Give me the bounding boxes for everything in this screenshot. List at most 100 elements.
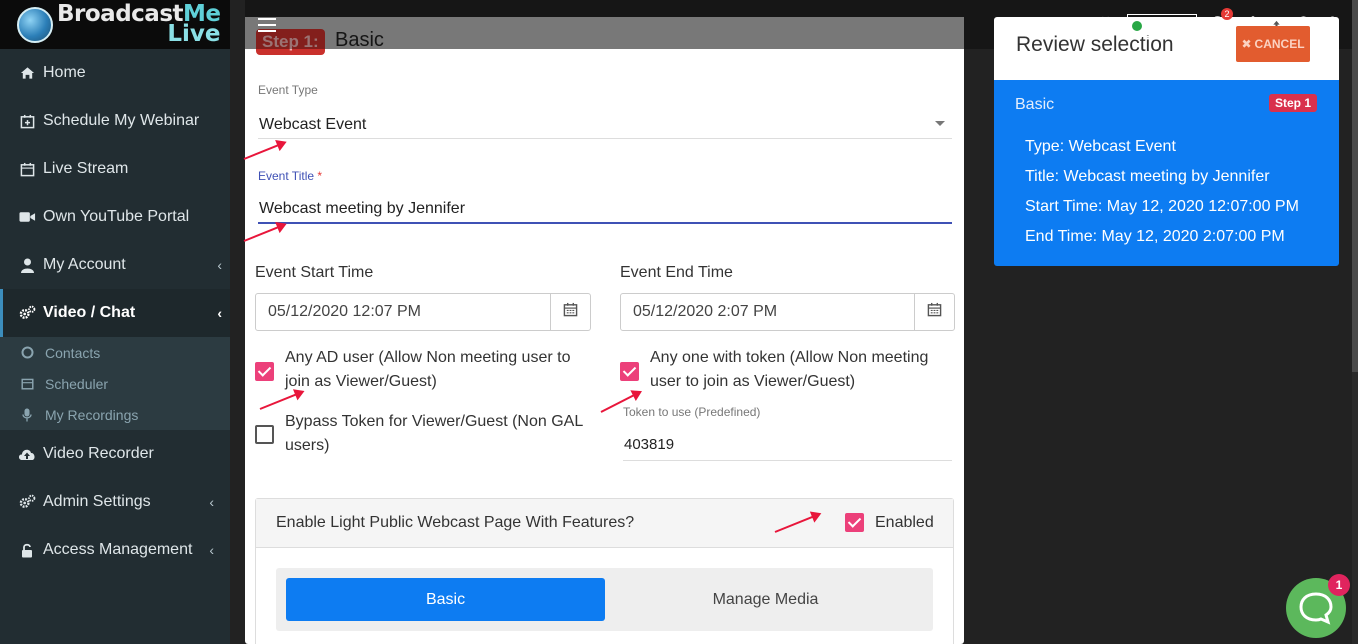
home-icon	[18, 65, 36, 81]
sidebar-subitem-label: My Recordings	[45, 406, 139, 423]
event-title-underline	[258, 222, 952, 224]
sidebar-item-access-management[interactable]: Access Management ‹	[0, 526, 230, 574]
chevron-down-icon: ‹	[217, 305, 222, 321]
tab-manage-media[interactable]: Manage Media	[606, 578, 925, 621]
calendar-icon	[563, 302, 578, 322]
bypass-token-label: Bypass Token for Viewer/Guest (Non GAL u…	[285, 410, 595, 458]
review-end-time: End Time: May 12, 2020 2:07:00 PM	[1025, 228, 1285, 245]
event-end-picker[interactable]: 05/12/2020 2:07 PM	[620, 293, 955, 331]
event-title-value: Webcast meeting by Jennifer	[259, 200, 466, 217]
token-underline	[623, 460, 952, 461]
brand-name-part1: Broadcast	[57, 1, 184, 27]
cancel-label: CANCEL	[1254, 37, 1305, 51]
sidebar-item-label: Schedule My Webinar	[43, 112, 200, 129]
any-ad-user-label-line1: Any AD user (Allow Non meeting user to	[285, 349, 571, 366]
sidebar-item-youtube-portal[interactable]: Own YouTube Portal	[0, 193, 230, 241]
token-value: 403819	[624, 436, 675, 453]
event-type-value: Webcast Event	[259, 116, 367, 133]
calendar-icon[interactable]	[1098, 16, 1114, 32]
sidebar-item-label: Home	[43, 64, 86, 81]
enabled-checkbox[interactable]	[845, 513, 864, 532]
enabled-label: Enabled	[875, 514, 934, 531]
token-label: Token to use (Predefined)	[623, 405, 761, 419]
tab-basic[interactable]: Basic	[286, 578, 605, 621]
unlock-icon	[18, 542, 36, 558]
event-type-underline	[258, 138, 952, 139]
sidebar-item-live-stream[interactable]: Live Stream	[0, 145, 230, 193]
review-start-time: Start Time: May 12, 2020 12:07:00 PM	[1025, 198, 1299, 215]
any-one-token-label-line1: Any one with token (Allow Non meeting	[650, 349, 929, 366]
calendar-icon	[20, 377, 34, 391]
user-icon[interactable]	[1326, 16, 1342, 32]
event-end-value: 05/12/2020 2:07 PM	[633, 303, 778, 320]
any-one-token-label: Any one with token (Allow Non meeting us…	[650, 346, 950, 394]
any-ad-user-checkbox[interactable]	[255, 362, 274, 381]
sidebar: BroadcastMe Live Home Schedule My Webina…	[0, 0, 230, 644]
sidebar-item-admin-settings[interactable]: Admin Settings ‹	[0, 478, 230, 526]
sidebar-item-label: Own YouTube Portal	[43, 208, 190, 225]
sidebar-subitem-label: Contacts	[45, 344, 101, 361]
light-webcast-panel: Enable Light Public Webcast Page With Fe…	[255, 498, 954, 644]
sidebar-item-scheduler[interactable]: Scheduler	[0, 368, 230, 399]
review-step-badge: Step 1	[1268, 94, 1317, 112]
video-camera-icon	[18, 209, 36, 225]
event-title-label-text: Event Title	[258, 169, 315, 183]
sidebar-item-video-recorder[interactable]: Video Recorder	[0, 430, 230, 478]
event-end-label: Event End Time	[620, 264, 733, 281]
caret-down-icon	[935, 121, 945, 126]
chevron-left-icon: ‹	[209, 542, 214, 558]
live-status-dot	[1131, 20, 1142, 31]
light-webcast-label: Enable Light Public Webcast Page With Fe…	[276, 514, 635, 531]
page-scrollbar[interactable]	[1352, 0, 1358, 644]
event-type-select[interactable]: Webcast Event	[258, 113, 952, 139]
calendar-icon	[927, 302, 942, 322]
user-icon	[18, 257, 36, 273]
scrollbar-thumb[interactable]	[1352, 0, 1358, 372]
chat-unread-badge: 1	[1328, 574, 1350, 596]
sidebar-item-label: My Account	[43, 256, 126, 273]
bypass-token-label-line1: Bypass Token for Viewer/Guest (Non GAL	[285, 413, 584, 430]
video-chat-submenu: Contacts Scheduler My Recordings	[0, 337, 230, 430]
end-calendar-button[interactable]	[914, 294, 954, 330]
token-input[interactable]: 403819	[623, 431, 952, 459]
calendar-plus-icon	[18, 113, 36, 129]
hamburger-menu-icon[interactable]	[258, 18, 276, 32]
feature-tabs: Basic Manage Media	[276, 568, 933, 631]
any-one-token-label-line2: user to join as Viewer/Guest)	[650, 373, 856, 390]
go-live-label: Go Live	[1147, 18, 1192, 33]
go-live-button[interactable]: Go Live	[1127, 14, 1197, 37]
event-title-input[interactable]: Webcast meeting by Jennifer	[258, 197, 952, 223]
calendar-icon	[18, 161, 36, 177]
chevron-left-icon: ‹	[209, 494, 214, 510]
bypass-token-checkbox[interactable]	[255, 425, 274, 444]
any-one-token-checkbox[interactable]	[620, 362, 639, 381]
cancel-button[interactable]: ✖ CANCEL	[1236, 26, 1310, 62]
sidebar-subitem-label: Scheduler	[45, 375, 109, 392]
notification-count-badge: 2	[1221, 8, 1233, 20]
gears-icon	[18, 494, 36, 510]
event-form-card: Step 1: Basic Event Type Webcast Event E…	[245, 17, 964, 644]
event-start-picker[interactable]: 05/12/2020 12:07 PM	[255, 293, 591, 331]
sidebar-item-my-account[interactable]: My Account ‹	[0, 241, 230, 289]
circle-icon	[20, 346, 34, 360]
any-ad-user-label: Any AD user (Allow Non meeting user to j…	[285, 346, 595, 394]
close-icon: ✖	[1241, 37, 1252, 51]
sidebar-item-contacts[interactable]: Contacts	[0, 337, 230, 368]
sidebar-item-home[interactable]: Home	[0, 49, 230, 97]
cloud-upload-icon	[18, 446, 36, 462]
sidebar-item-label: Video Recorder	[43, 445, 154, 462]
event-type-label: Event Type	[258, 83, 318, 97]
sidebar-item-label: Admin Settings	[43, 493, 151, 510]
sidebar-item-label: Video / Chat	[43, 304, 136, 321]
start-calendar-button[interactable]	[550, 294, 590, 330]
sidebar-item-schedule-webinar[interactable]: Schedule My Webinar	[0, 97, 230, 145]
any-ad-user-label-line2: join as Viewer/Guest)	[285, 373, 437, 390]
sidebar-item-my-recordings[interactable]: My Recordings	[0, 399, 230, 430]
review-event-title: Title: Webcast meeting by Jennifer	[1025, 168, 1270, 185]
sidebar-menu-lower: Video Recorder Admin Settings ‹ Access M…	[0, 430, 230, 574]
review-type: Type: Webcast Event	[1025, 138, 1176, 155]
sidebar-menu: Home Schedule My Webinar Live Stream Own…	[0, 49, 230, 337]
sidebar-item-video-chat[interactable]: Video / Chat ‹	[0, 289, 230, 337]
sidebar-item-label: Access Management	[43, 541, 193, 558]
brand-logo[interactable]: BroadcastMe Live	[0, 0, 230, 49]
